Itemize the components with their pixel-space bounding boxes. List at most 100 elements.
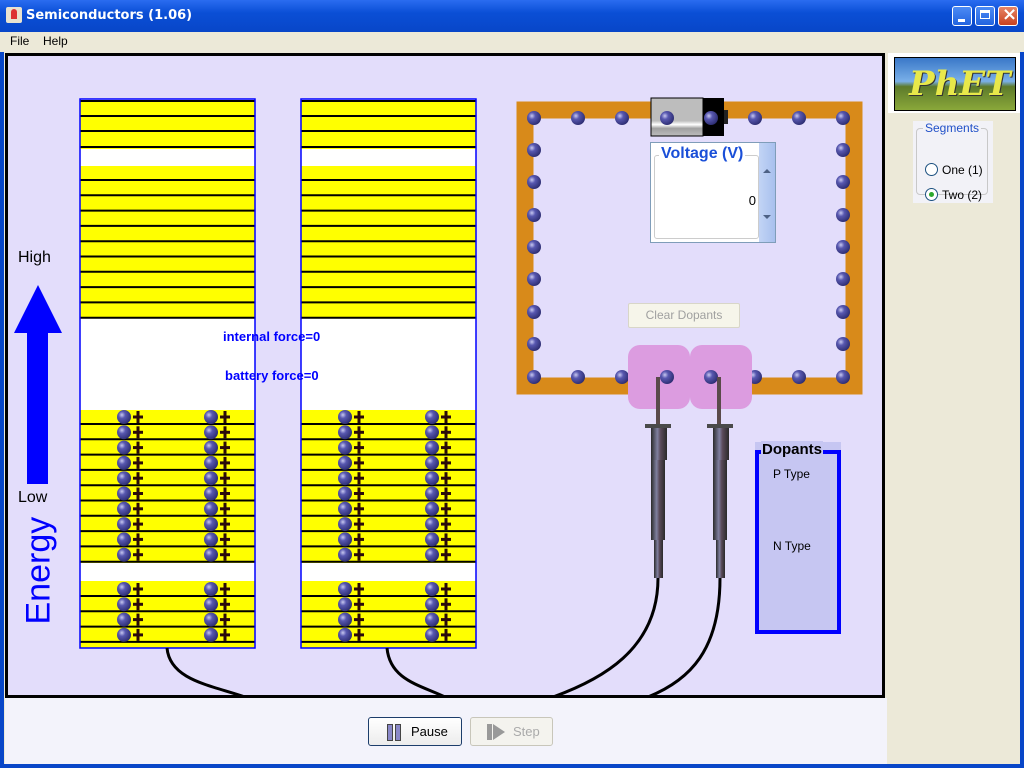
- electron: [338, 582, 352, 596]
- electron: [425, 410, 439, 424]
- electron: [204, 532, 218, 547]
- voltage-spinner-scroll[interactable]: [759, 143, 775, 242]
- circuit-electron: [836, 240, 850, 254]
- plus-sign: [223, 533, 227, 546]
- plus-sign: [223, 548, 227, 561]
- band-segment-2: [299, 98, 478, 659]
- plus-sign: [136, 533, 140, 546]
- pause-button[interactable]: Pause: [368, 717, 462, 746]
- electron: [204, 547, 218, 562]
- electron: [425, 425, 439, 440]
- plus-sign: [223, 411, 227, 423]
- circuit-electron: [527, 305, 541, 319]
- plus-sign: [444, 502, 448, 515]
- phet-logo-area: PhET: [888, 53, 1020, 113]
- electron: [204, 627, 218, 642]
- electron: [204, 597, 218, 612]
- spinner-up-icon[interactable]: [763, 169, 771, 173]
- circuit-electron: [615, 370, 629, 384]
- plus-sign: [136, 628, 140, 641]
- internal-force-label: internal force=0: [223, 329, 321, 344]
- circuit-electron: [836, 208, 850, 222]
- electron: [425, 440, 439, 455]
- radio-icon[interactable]: [925, 163, 938, 176]
- circuit-electron: [836, 111, 850, 125]
- electron: [338, 471, 352, 486]
- electron: [338, 486, 352, 501]
- electron: [117, 486, 131, 501]
- step-button[interactable]: Step: [470, 717, 553, 746]
- electron: [425, 486, 439, 501]
- energy-high-label: High: [18, 249, 51, 266]
- electron: [117, 627, 131, 642]
- electron: [338, 455, 352, 470]
- segments-option-two[interactable]: Two (2): [925, 188, 982, 202]
- plus-sign: [357, 613, 361, 626]
- plus-sign: [444, 472, 448, 485]
- circuit-electron: [527, 272, 541, 286]
- electron: [117, 425, 131, 440]
- circuit-electron: [660, 111, 674, 125]
- voltage-input[interactable]: [661, 191, 756, 209]
- control-panel: PhET Segments One (1) Two (2): [888, 53, 1020, 765]
- plus-sign: [444, 518, 448, 531]
- plus-sign: [357, 441, 361, 454]
- plus-sign: [136, 548, 140, 561]
- energy-axis-label: Energy: [19, 516, 58, 625]
- circuit-electron: [704, 111, 718, 125]
- plus-sign: [357, 456, 361, 469]
- segments-option-one[interactable]: One (1): [925, 163, 983, 177]
- conduction-band: [80, 101, 255, 149]
- electron: [117, 532, 131, 547]
- segments-group: Segments One (1) Two (2): [913, 121, 993, 203]
- electron: [338, 627, 352, 642]
- simulation-graphics: [14, 97, 863, 699]
- valence-band: [301, 581, 476, 648]
- plus-sign: [136, 583, 140, 595]
- electron: [425, 582, 439, 596]
- electron: [117, 597, 131, 612]
- plus-sign: [223, 472, 227, 485]
- circuit-electron: [836, 143, 850, 157]
- circuit-electron: [527, 143, 541, 157]
- electron: [425, 612, 439, 627]
- circuit-electron: [527, 240, 541, 254]
- plus-sign: [223, 518, 227, 531]
- circuit-electron: [527, 208, 541, 222]
- phet-logo[interactable]: PhET: [894, 57, 1016, 111]
- clear-dopants-button[interactable]: Clear Dopants: [628, 303, 740, 328]
- electron: [117, 517, 131, 532]
- electron: [117, 440, 131, 455]
- electron: [338, 532, 352, 547]
- circuit-electron: [836, 370, 850, 384]
- plus-sign: [444, 487, 448, 500]
- plus-sign: [136, 426, 140, 439]
- plus-sign: [357, 533, 361, 546]
- n-type-label: N Type: [773, 539, 811, 553]
- electron: [204, 612, 218, 627]
- plus-sign: [444, 598, 448, 611]
- segments-fieldset: Segments One (1) Two (2): [916, 121, 988, 202]
- circuit-electron: [527, 175, 541, 189]
- plus-sign: [136, 518, 140, 531]
- pause-icon: [387, 724, 401, 741]
- circuit-electron: [836, 337, 850, 351]
- p-type-label: P Type: [773, 467, 810, 481]
- plus-sign: [444, 548, 448, 561]
- electron: [204, 471, 218, 486]
- radio-selected-icon[interactable]: [925, 188, 938, 201]
- electron: [338, 612, 352, 627]
- plus-sign: [357, 426, 361, 439]
- plus-sign: [136, 613, 140, 626]
- plus-sign: [444, 456, 448, 469]
- plus-sign: [357, 628, 361, 641]
- circuit-electron: [527, 370, 541, 384]
- plus-sign: [223, 487, 227, 500]
- plus-sign: [223, 598, 227, 611]
- spinner-down-icon[interactable]: [763, 215, 771, 219]
- electron: [117, 501, 131, 516]
- circuit-electron: [836, 272, 850, 286]
- plus-sign: [357, 472, 361, 485]
- circuit-electron: [571, 111, 585, 125]
- plus-sign: [223, 613, 227, 626]
